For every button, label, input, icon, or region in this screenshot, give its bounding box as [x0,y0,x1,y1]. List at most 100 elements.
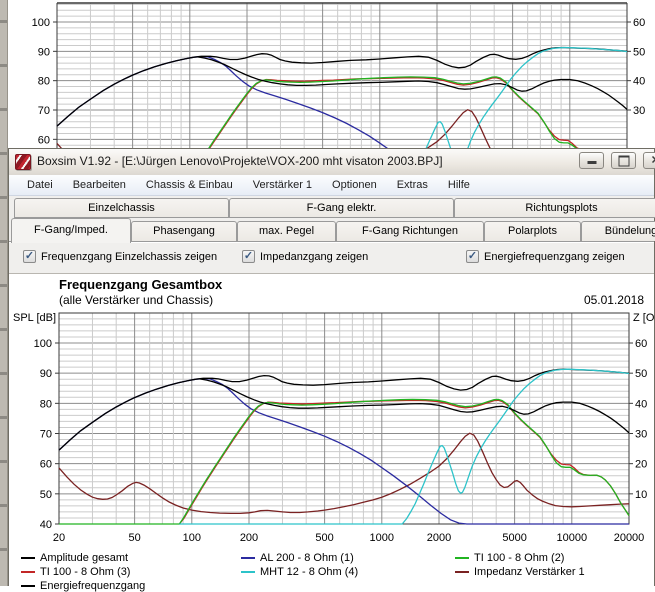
close-icon: ✕ [651,155,655,166]
window-title: Boxsim V1.92 - [E:\Jürgen Lenovo\Projekt… [37,154,443,168]
background-window-edge [0,0,8,586]
legend-item: TI 100 - 8 Ohm (3) [21,566,130,578]
legend-swatch [455,571,469,573]
legend-label: MHT 12 - 8 Ohm (4) [260,566,359,578]
svg-text:60: 60 [633,17,645,29]
svg-text:60: 60 [38,134,50,146]
menu-bar: Datei Bearbeiten Chassis & Einbau Verstärke… [9,175,654,196]
legend-item: AL 200 - 8 Ohm (1) [241,552,354,564]
series-al-200-8-ohm-1- [56,55,388,148]
menu-item[interactable]: Datei [17,175,63,195]
series-ti-100-8-ohm-2- [208,76,578,148]
checkbox-label[interactable]: Energiefrequenzgang zeigen [484,251,625,263]
tab-strip: Einzelchassis F-Gang elektr. Richtungsplot… [9,197,655,243]
chart-panel: Frequenzgang Gesamtbox (alle Verstärker … [9,273,655,592]
menu-item[interactable]: Extras [387,175,438,195]
svg-text:500: 500 [315,532,333,544]
series-mht-12-8-ohm-4- [179,368,630,525]
svg-text:20: 20 [53,532,65,544]
legend-label: Energiefrequenzgang [40,580,146,592]
tab[interactable]: max. Pegel [237,221,336,241]
tab[interactable]: Richtungsplots [454,198,655,218]
svg-text:50: 50 [633,46,645,58]
checkbox-item: ✓ Impedanzgang zeigen [242,250,368,263]
svg-text:30: 30 [635,428,647,440]
tab[interactable]: Polarplots [484,221,581,241]
legend-item: Amplitude gesamt [21,552,128,564]
tab[interactable]: Einzelchassis [14,198,229,218]
checkbox-label[interactable]: Frequenzgang Einzelchassis zeigen [41,251,217,263]
svg-text:100: 100 [34,338,52,350]
checkbox[interactable]: ✓ [242,250,255,263]
menu-item[interactable]: Verstärker 1 [243,175,322,195]
svg-text:60: 60 [40,459,52,471]
menu-item[interactable]: Optionen [322,175,387,195]
legend-swatch [455,557,469,559]
boxsim-window: Boxsim V1.92 - [E:\Jürgen Lenovo\Projekt… [8,148,655,592]
legend-item: Impedanz Verstärker 1 [455,566,585,578]
svg-text:80: 80 [40,398,52,410]
svg-text:50: 50 [128,532,140,544]
svg-text:50: 50 [40,489,52,501]
svg-text:1000: 1000 [370,532,394,544]
boxsim-app-icon [15,154,31,170]
checkbox-item: ✓ Frequenzgang Einzelchassis zeigen [23,250,217,263]
maximize-button[interactable] [611,152,636,169]
legend-item: Energiefrequenzgang [21,580,145,592]
svg-text:70: 70 [40,428,52,440]
svg-text:60: 60 [635,338,647,350]
series-ti-100-8-ohm-2- [59,398,630,525]
menu-item[interactable]: Bearbeiten [63,175,136,195]
legend-label: Impedanz Verstärker 1 [474,566,585,578]
minimize-button[interactable] [579,152,604,169]
tab[interactable]: Phasengang [131,221,237,241]
tab[interactable]: F-Gang/Imped. [11,218,131,243]
legend-swatch [241,571,255,573]
tab[interactable]: Bündelung [581,221,655,241]
svg-text:30: 30 [633,105,645,117]
svg-text:20: 20 [635,459,647,471]
tab[interactable]: F-Gang elektr. [229,198,454,218]
svg-text:10: 10 [635,489,647,501]
legend-swatch [241,557,255,559]
menu-item[interactable]: Hilfe [438,175,480,195]
checkbox[interactable]: ✓ [23,250,36,263]
close-button[interactable]: ✕ [643,152,655,169]
svg-text:90: 90 [40,368,52,380]
checkbox[interactable]: ✓ [466,250,479,263]
svg-text:100: 100 [32,17,50,29]
svg-text:40: 40 [40,519,52,531]
legend-swatch [21,571,35,573]
svg-text:10000: 10000 [557,532,588,544]
minimize-icon [587,161,596,164]
maximize-icon [618,155,629,166]
legend-item: MHT 12 - 8 Ohm (4) [241,566,358,578]
legend-label: TI 100 - 8 Ohm (2) [474,552,565,564]
svg-text:50: 50 [635,368,647,380]
menu-item[interactable]: Chassis & Einbau [136,175,243,195]
svg-text:100: 100 [183,532,201,544]
legend-item: TI 100 - 8 Ohm (2) [455,552,564,564]
tab[interactable]: F-Gang Richtungen [336,221,484,241]
series-energiefrequenzgang [197,56,628,110]
legend-swatch [21,557,35,559]
checkbox-label[interactable]: Impedanzgang zeigen [260,251,368,263]
svg-text:90: 90 [38,46,50,58]
series-ti-100-8-ohm-3- [208,77,579,148]
svg-text:20000: 20000 [614,532,645,544]
svg-text:80: 80 [38,76,50,88]
title-bar: Boxsim V1.92 - [E:\Jürgen Lenovo\Projekt… [9,149,655,176]
series-energiefrequenzgang [199,378,630,434]
svg-text:40: 40 [633,76,645,88]
svg-text:200: 200 [240,532,258,544]
legend-label: TI 100 - 8 Ohm (3) [40,566,131,578]
svg-text:70: 70 [38,105,50,117]
legend-label: AL 200 - 8 Ohm (1) [260,552,354,564]
svg-text:2000: 2000 [427,532,451,544]
legend-swatch [21,585,35,587]
svg-text:40: 40 [635,398,647,410]
checkbox-row: ✓ Frequenzgang Einzelchassis zeigen ✓ Imped… [9,241,654,274]
background-chart: 100 90 80 70 60 60 50 40 30 [8,0,655,148]
svg-text:5000: 5000 [502,532,526,544]
checkbox-item: ✓ Energiefrequenzgang zeigen [466,250,625,263]
